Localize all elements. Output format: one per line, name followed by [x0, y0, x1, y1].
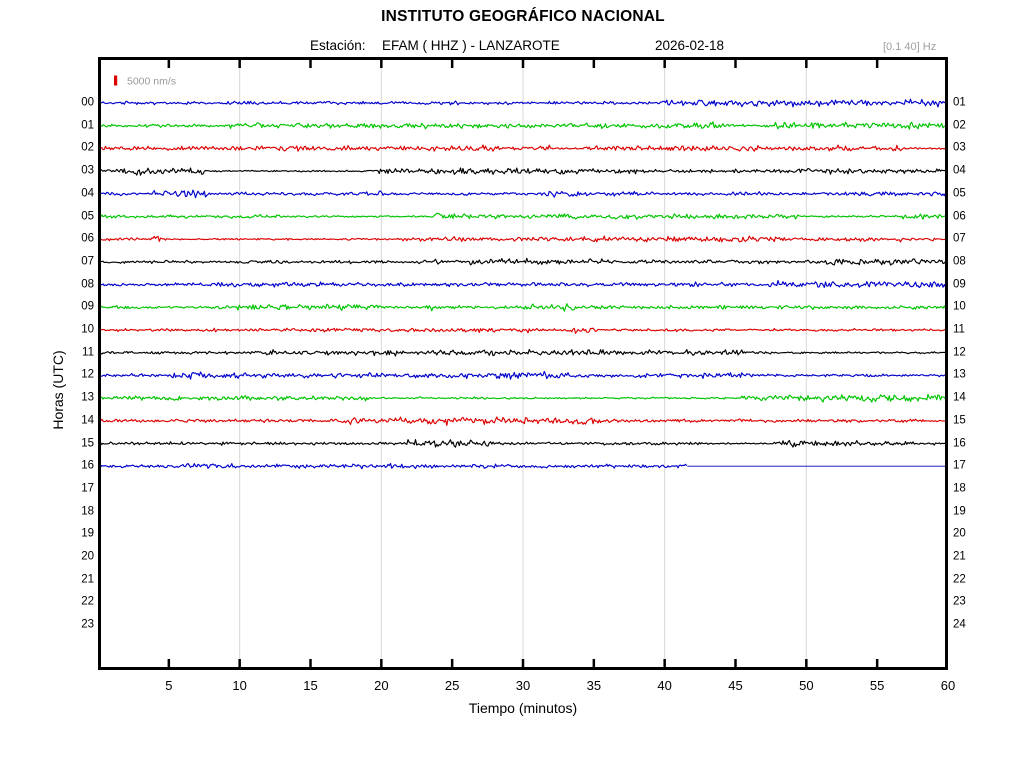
scale-label: 5000 nm/s — [127, 76, 176, 88]
hour-label-left-13: 13 — [81, 391, 94, 404]
hour-label-left-08: 08 — [81, 278, 94, 291]
x-tick-label-35: 35 — [586, 678, 602, 693]
x-tick-label-45: 45 — [728, 678, 743, 693]
hour-label-right-04: 04 — [953, 164, 966, 177]
hour-label-right-06: 06 — [953, 210, 966, 222]
hour-label-left-03: 03 — [81, 164, 94, 177]
x-tick-label-10: 10 — [232, 678, 247, 693]
hour-label-left-16: 16 — [81, 459, 94, 472]
hour-label-right-14: 14 — [953, 391, 966, 404]
hour-label-left-00: 00 — [81, 96, 94, 109]
hour-label-left-20: 20 — [81, 550, 94, 563]
hour-label-right-05: 05 — [953, 187, 966, 200]
hour-label-right-10: 10 — [953, 300, 966, 313]
hour-label-left-06: 06 — [81, 232, 94, 245]
hour-label-left-17: 17 — [81, 482, 94, 495]
hour-label-right-03: 03 — [953, 141, 966, 154]
hour-label-left-11: 11 — [82, 346, 94, 359]
hour-label-right-18: 18 — [953, 482, 966, 495]
hour-label-right-23: 23 — [953, 595, 966, 608]
x-tick-label-15: 15 — [303, 678, 318, 693]
hour-label-left-01: 01 — [81, 119, 94, 132]
station-prefix-label: Estación: — [310, 38, 366, 53]
hour-label-left-22: 22 — [81, 595, 94, 608]
hour-label-right-21: 21 — [953, 550, 966, 563]
x-tick-label-30: 30 — [515, 678, 531, 693]
trace-hour-16 — [97, 462, 688, 470]
scale-marker-icon — [114, 75, 118, 86]
hour-label-left-21: 21 — [81, 573, 94, 586]
hour-label-left-19: 19 — [81, 527, 94, 540]
hour-label-right-11: 11 — [953, 323, 965, 336]
hour-label-right-02: 02 — [953, 119, 966, 132]
helicorder-plot-area: 5000 nm/s — [97, 57, 949, 670]
station-name: EFAM ( HHZ ) - LANZAROTE — [382, 38, 560, 53]
x-tick-label-5: 5 — [165, 678, 173, 693]
page-title: INSTITUTO GEOGRÁFICO NACIONAL — [381, 8, 665, 25]
hour-label-right-17: 17 — [953, 459, 966, 472]
seismogram-svg: 5000 nm/s — [97, 57, 949, 670]
hour-label-right-12: 12 — [953, 346, 966, 359]
hour-label-right-16: 16 — [953, 437, 966, 449]
helicorder-page: INSTITUTO GEOGRÁFICO NACIONAL Estación: … — [0, 0, 1024, 768]
hour-label-right-24: 24 — [953, 618, 966, 631]
hour-label-left-09: 09 — [81, 300, 94, 313]
x-tick-label-50: 50 — [799, 678, 814, 693]
record-date: 2026-02-18 — [655, 38, 725, 53]
hour-label-left-12: 12 — [81, 368, 94, 381]
hour-label-right-15: 15 — [953, 414, 966, 427]
hour-label-left-14: 14 — [81, 414, 94, 427]
hour-label-right-20: 20 — [953, 527, 966, 540]
x-tick-label-20: 20 — [374, 678, 389, 693]
hour-label-left-05: 05 — [81, 210, 94, 222]
hour-label-left-18: 18 — [81, 505, 94, 518]
hour-label-right-09: 09 — [953, 278, 966, 291]
hour-label-right-07: 07 — [953, 232, 966, 245]
hour-label-left-02: 02 — [81, 141, 94, 154]
hour-label-right-19: 19 — [953, 505, 966, 518]
x-tick-label-55: 55 — [869, 678, 885, 693]
hour-label-left-10: 10 — [81, 323, 94, 336]
hour-label-left-04: 04 — [81, 187, 94, 200]
hour-label-right-01: 01 — [953, 96, 966, 109]
hour-label-left-15: 15 — [81, 437, 94, 449]
filter-band-label: [0.1 40] Hz — [883, 41, 937, 53]
hour-label-left-23: 23 — [81, 618, 94, 631]
hour-label-right-13: 13 — [953, 368, 966, 381]
hour-label-left-07: 07 — [81, 255, 94, 268]
x-tick-label-25: 25 — [444, 678, 460, 693]
hour-label-right-22: 22 — [953, 573, 966, 586]
x-axis-title: Tiempo (minutos) — [468, 700, 578, 716]
x-tick-label-60: 60 — [940, 678, 956, 693]
hour-label-right-08: 08 — [953, 255, 966, 268]
x-tick-label-40: 40 — [657, 678, 672, 693]
